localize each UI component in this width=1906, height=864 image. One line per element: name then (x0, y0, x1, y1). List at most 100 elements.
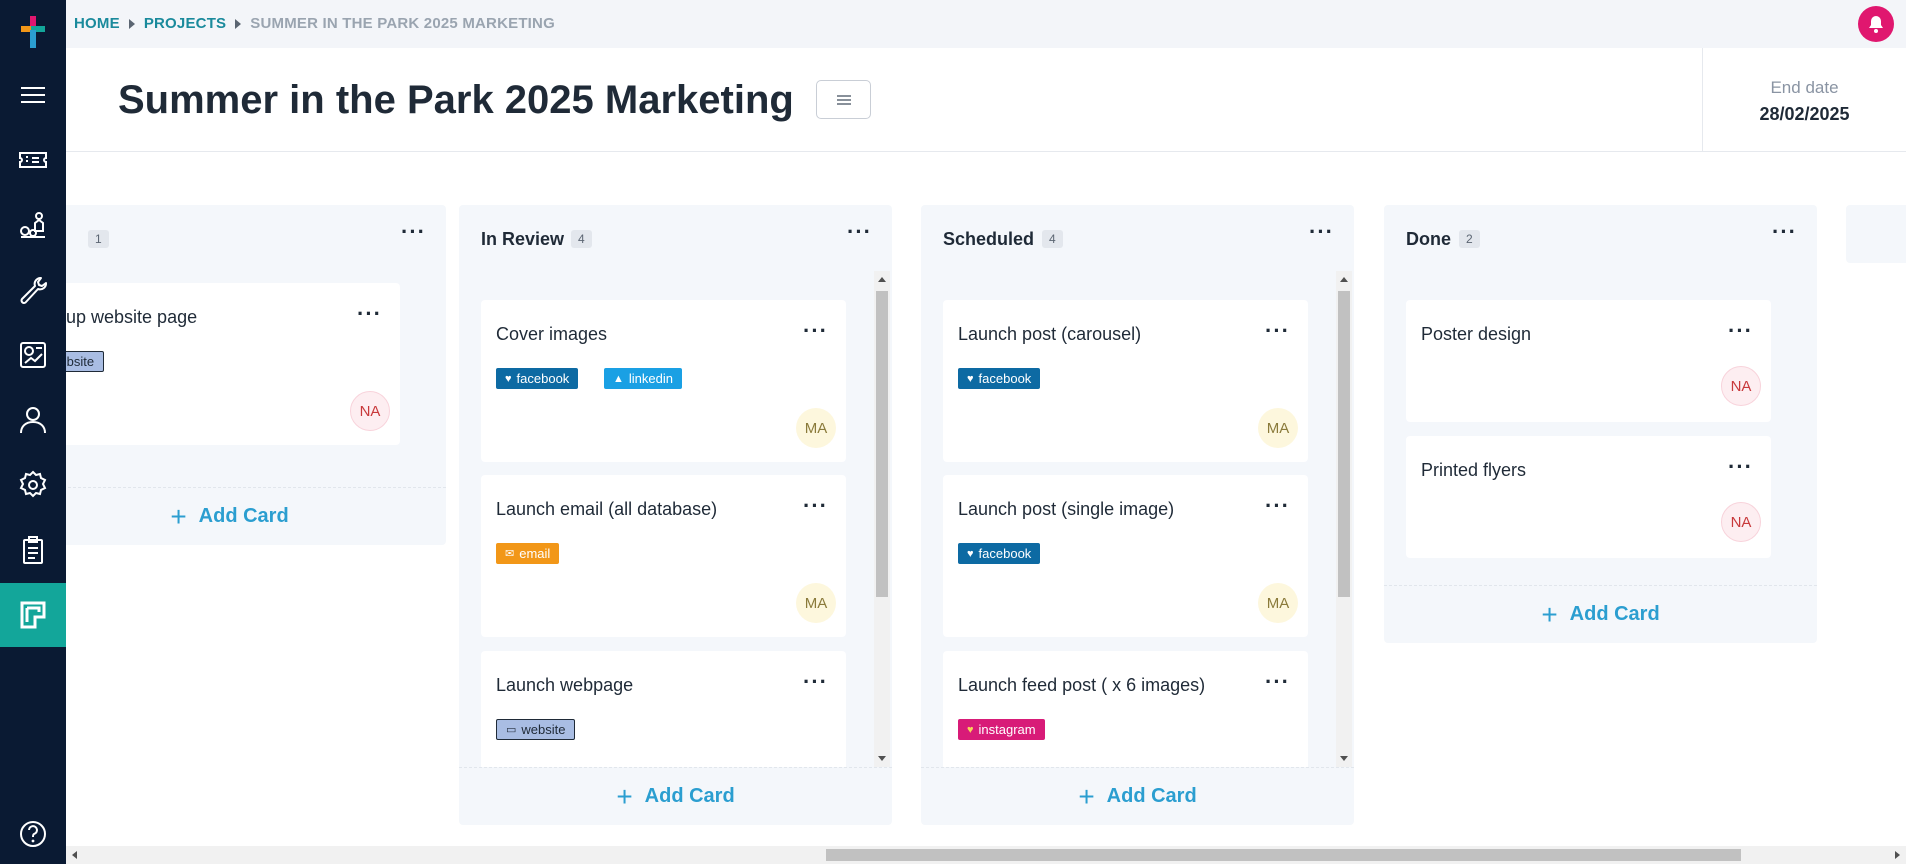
tag-label: linkedin (628, 371, 673, 386)
column-header: Scheduled 4 ··· (921, 205, 1354, 271)
task-card[interactable]: Launch feed post ( x 6 images) ··· ♥ ins… (943, 651, 1308, 767)
scroll-down-icon[interactable] (1340, 756, 1348, 761)
task-card[interactable]: Launch webpage ··· ▭ website (481, 651, 846, 767)
tag-website[interactable]: website (66, 351, 105, 372)
scroll-left-icon[interactable] (72, 851, 77, 859)
column-cards: Cover images ··· ♥ facebook ▲ linkedin M… (459, 271, 892, 767)
task-card[interactable]: Poster design ··· NA (1406, 300, 1771, 422)
sidebar-item-board[interactable] (0, 583, 66, 647)
card-menu-button[interactable]: ··· (803, 495, 828, 517)
people-icon (20, 212, 45, 238)
end-date-value: 28/02/2025 (1759, 104, 1850, 124)
card-title: Launch webpage (496, 675, 634, 695)
sidebar-item-people[interactable] (0, 193, 66, 257)
column-scrollbar[interactable] (1336, 271, 1352, 767)
add-card-label: Add Card (1569, 603, 1660, 625)
scroll-right-icon[interactable] (1895, 851, 1900, 859)
add-card-button[interactable]: + Add Card (66, 487, 446, 545)
column-title: Scheduled (943, 229, 1035, 249)
sidebar-item-tools[interactable] (0, 258, 66, 322)
tag-email[interactable]: ✉ email (496, 543, 560, 564)
column-menu-button[interactable]: ··· (847, 221, 872, 243)
card-menu-button[interactable]: ··· (357, 303, 382, 325)
card-menu-button[interactable]: ··· (1265, 671, 1290, 693)
sidebar (0, 0, 66, 864)
card-menu-button[interactable]: ··· (1265, 495, 1290, 517)
sidebar-item-settings[interactable] (0, 453, 66, 517)
sidebar-item-tickets[interactable] (0, 128, 66, 192)
tag-facebook[interactable]: ♥ facebook (958, 368, 1041, 389)
app-logo-icon[interactable] (21, 16, 45, 48)
plus-icon: + (1541, 598, 1558, 630)
add-card-label: Add Card (1106, 785, 1197, 807)
column-title: In Review (481, 229, 565, 249)
breadcrumb-projects[interactable]: PROJECTS (144, 15, 226, 32)
column-menu-button[interactable]: ··· (401, 221, 426, 243)
breadcrumb-current: SUMMER IN THE PARK 2025 MARKETING (250, 15, 555, 32)
task-card[interactable]: e-up website page ··· website NA (66, 283, 400, 445)
task-card[interactable]: Launch post (single image) ··· ♥ faceboo… (943, 475, 1308, 637)
page-header: Summer in the Park 2025 Marketing End da… (66, 48, 1906, 152)
task-card[interactable]: Printed flyers ··· NA (1406, 436, 1771, 558)
scrollbar-thumb[interactable] (876, 291, 888, 597)
avatar[interactable]: MA (1258, 583, 1298, 623)
avatar[interactable]: MA (796, 583, 836, 623)
task-card[interactable]: Cover images ··· ♥ facebook ▲ linkedin M… (481, 300, 846, 462)
column-scrollbar[interactable] (874, 271, 890, 767)
add-card-button[interactable]: + Add Card (459, 767, 892, 825)
notifications-button[interactable] (1858, 6, 1894, 42)
card-title: Launch feed post ( x 6 images) (958, 675, 1206, 695)
board-horizontal-scrollbar[interactable] (66, 846, 1906, 864)
scroll-up-icon[interactable] (1340, 277, 1348, 282)
avatar[interactable]: MA (1258, 408, 1298, 448)
card-menu-button[interactable]: ··· (803, 320, 828, 342)
report-icon (20, 342, 46, 368)
project-menu-button[interactable] (816, 80, 871, 119)
plus-icon: + (170, 500, 187, 532)
card-menu-button[interactable]: ··· (803, 671, 828, 693)
avatar[interactable]: NA (1721, 366, 1761, 406)
tag-facebook[interactable]: ♥ facebook (496, 368, 579, 389)
sidebar-item-help[interactable] (0, 802, 66, 864)
tag-label: instagram (978, 722, 1036, 737)
task-card[interactable]: Launch post (carousel) ··· ♥ facebook MA (943, 300, 1308, 462)
tag-linkedin[interactable]: ▲ linkedin (604, 368, 682, 389)
column-menu-button[interactable]: ··· (1772, 221, 1797, 243)
card-menu-button[interactable]: ··· (1728, 456, 1753, 478)
breadcrumb-home[interactable]: HOME (74, 15, 120, 32)
column-count: 4 (1042, 230, 1063, 248)
add-card-button[interactable]: + Add Card (1384, 585, 1817, 643)
board-column: 1 ··· e-up website page ··· website NA +… (66, 205, 446, 545)
add-card-label: Add Card (198, 505, 289, 527)
column-cards: Launch post (carousel) ··· ♥ facebook MA… (921, 271, 1354, 767)
tag-label: website (66, 354, 95, 369)
task-card[interactable]: Launch email (all database) ··· ✉ email … (481, 475, 846, 637)
scroll-down-icon[interactable] (878, 756, 886, 761)
column-header: Done 2 ··· (1384, 205, 1817, 271)
tag-facebook[interactable]: ♥ facebook (958, 543, 1041, 564)
card-title: Cover images (496, 324, 608, 344)
gear-icon (19, 470, 47, 498)
card-title: Launch post (carousel) (958, 324, 1142, 344)
heart-icon: ♥ (967, 547, 974, 560)
avatar[interactable]: NA (350, 391, 390, 431)
tag-label: website (521, 722, 566, 737)
sidebar-item-reports[interactable] (0, 323, 66, 387)
tag-label: facebook (978, 546, 1032, 561)
sidebar-item-users[interactable] (0, 388, 66, 452)
sidebar-menu-toggle[interactable] (0, 63, 66, 127)
scrollbar-thumb[interactable] (1338, 291, 1350, 597)
avatar[interactable]: NA (1721, 502, 1761, 542)
tag-website[interactable]: ▭ website (496, 719, 576, 740)
add-card-button[interactable]: + Add Card (921, 767, 1354, 825)
avatar[interactable]: MA (796, 408, 836, 448)
card-menu-button[interactable]: ··· (1265, 320, 1290, 342)
column-menu-button[interactable]: ··· (1309, 221, 1334, 243)
graduation-cap-icon: ▲ (613, 372, 624, 385)
scrollbar-thumb[interactable] (826, 849, 1741, 861)
sidebar-item-tasks[interactable] (0, 518, 66, 582)
help-icon (20, 821, 46, 847)
tag-instagram[interactable]: ♥ instagram (958, 719, 1045, 740)
card-menu-button[interactable]: ··· (1728, 320, 1753, 342)
scroll-up-icon[interactable] (878, 277, 886, 282)
